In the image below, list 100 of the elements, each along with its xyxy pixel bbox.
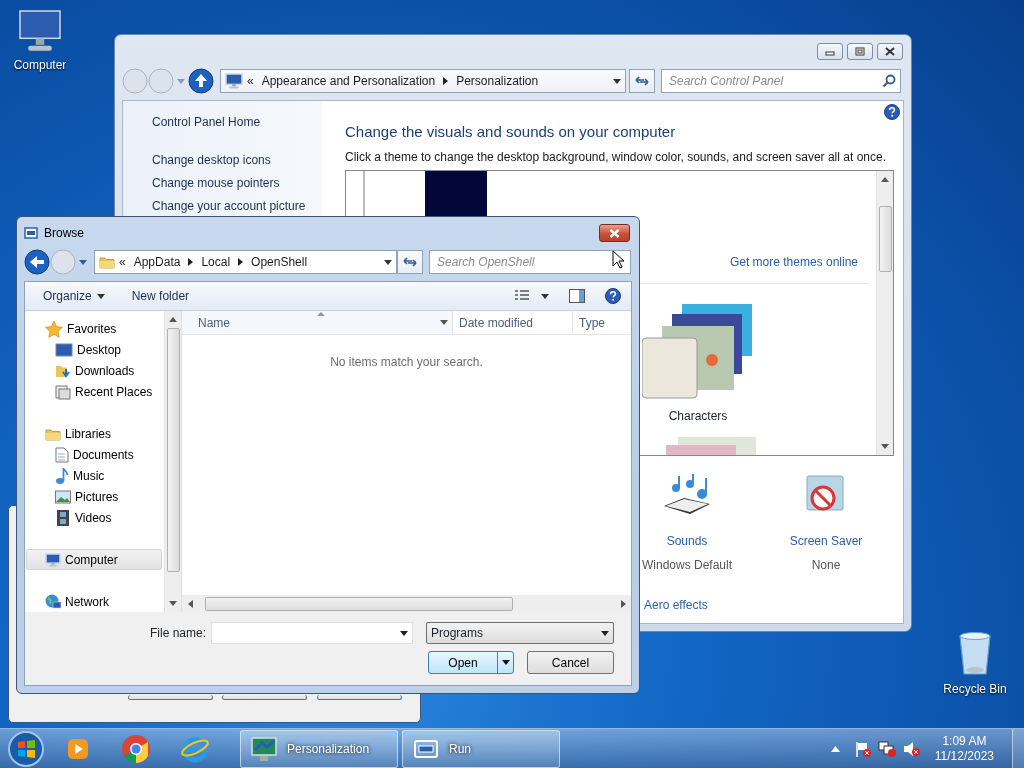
dialog-button[interactable] [222, 695, 307, 700]
show-hidden-icons-icon[interactable] [830, 745, 840, 752]
sidebar-link[interactable]: Change mouse pointers [152, 176, 322, 191]
close-button[interactable] [877, 43, 903, 60]
nav-pane-item[interactable]: Videos [26, 507, 162, 529]
minimize-button[interactable] [817, 43, 843, 60]
nav-item-label: Documents [73, 447, 134, 464]
globe-icon [45, 593, 61, 610]
back-button[interactable] [24, 249, 50, 275]
nav-item-label: Network [65, 593, 109, 611]
computer-icon [19, 10, 61, 52]
empty-message: No items match your search. [329, 354, 484, 371]
refresh-button[interactable] [397, 250, 423, 274]
sidebar-link[interactable]: Control Panel Home [152, 115, 322, 130]
column-header[interactable]: Type [572, 311, 630, 334]
nav-pane-item[interactable]: Libraries [26, 423, 162, 445]
dialog-button[interactable] [128, 695, 213, 700]
file-type-dropdown[interactable]: Programs [426, 622, 614, 644]
breadcrumb[interactable]: Local [201, 253, 231, 271]
media-player-icon[interactable] [66, 736, 90, 761]
horizontal-scrollbar[interactable] [182, 595, 631, 612]
nav-item-label: Favorites [67, 321, 117, 339]
address-bar[interactable]: « Appearance and Personalization Personalization [220, 69, 626, 93]
address-bar[interactable]: « AppData Local OpenShell [94, 250, 397, 274]
breadcrumb[interactable]: Personalization [456, 72, 539, 90]
refresh-button[interactable] [629, 69, 655, 93]
view-options-button[interactable] [515, 290, 549, 302]
refresh-icon [634, 74, 650, 88]
nav-pane-item[interactable]: Pictures [26, 486, 162, 508]
sidebar-link[interactable]: Change your account picture [152, 199, 322, 214]
scroll-thumb[interactable] [166, 328, 180, 572]
nav-pane-item[interactable]: Network [26, 591, 162, 612]
sidebar-link[interactable]: Change desktop icons [152, 153, 322, 168]
aero-effects-link[interactable]: Aero effects [644, 596, 708, 614]
vertical-scrollbar[interactable] [876, 171, 893, 455]
desktop-icon-label[interactable]: Computer [13, 56, 67, 74]
close-button[interactable] [599, 224, 630, 242]
search-placeholder: Search OpenShell [437, 254, 535, 271]
music-note-icon [55, 467, 69, 484]
setting-link[interactable]: Screen Saver [789, 532, 863, 550]
get-more-themes-link[interactable]: Get more themes online [729, 253, 858, 271]
toolbar-button[interactable]: New folder [131, 287, 190, 305]
nav-pane-item[interactable]: Recent Places [26, 381, 162, 403]
breadcrumb[interactable]: Appearance and Personalization [261, 72, 436, 90]
chrome-icon[interactable] [121, 733, 151, 764]
theme-name[interactable]: Characters [668, 407, 728, 425]
nav-item-label: Pictures [75, 488, 119, 506]
column-header[interactable]: Date modified [452, 311, 572, 334]
recycle-bin-icon [956, 630, 994, 676]
search-field[interactable]: Search Control Panel [661, 69, 901, 93]
open-button[interactable]: Open [428, 651, 514, 674]
vertical-scrollbar[interactable] [164, 311, 181, 612]
caret-down-icon [613, 78, 621, 84]
setting-link[interactable]: Sounds [666, 532, 708, 550]
search-icon [882, 74, 896, 88]
help-icon[interactable] [884, 104, 900, 120]
nav-item-label: Desktop [77, 342, 122, 360]
network-alert-icon[interactable] [877, 740, 896, 757]
scroll-down-arrow-icon [169, 601, 177, 606]
dialog-button[interactable] [317, 695, 402, 700]
list-view-icon [515, 290, 529, 302]
nav-pane-item[interactable]: Downloads [26, 360, 162, 382]
preview-pane-icon[interactable] [569, 289, 585, 303]
window-icon [413, 738, 439, 759]
nav-pane-item[interactable]: Desktop [26, 339, 162, 361]
clock[interactable]: 1:09 AM 11/12/2023 [934, 733, 994, 764]
search-placeholder: Search Control Panel [669, 73, 785, 90]
show-desktop-button[interactable] [1012, 728, 1024, 768]
close-icon [885, 47, 895, 56]
flag-alert-icon[interactable] [854, 740, 871, 757]
address-chevron[interactable]: « [247, 72, 254, 90]
nav-item-label: Libraries [65, 426, 112, 444]
column-header[interactable]: Name [182, 311, 452, 334]
toolbar-button[interactable]: Organize [43, 287, 105, 305]
breadcrumb[interactable]: OpenShell [251, 253, 308, 271]
nav-pane-item[interactable]: Documents [26, 444, 162, 466]
scroll-up-arrow-icon [881, 177, 889, 182]
cancel-button[interactable]: Cancel [527, 651, 614, 674]
desktop-icon [55, 343, 73, 358]
monitor-icon [251, 735, 277, 762]
recent-places-icon [55, 384, 71, 401]
nav-item-label: Computer [65, 551, 118, 569]
help-icon[interactable] [605, 288, 621, 304]
start-button-icon[interactable] [6, 729, 46, 768]
file-name-field[interactable] [211, 622, 413, 644]
file-name-label: File name: [149, 625, 206, 642]
theme-thumbnail[interactable] [363, 171, 487, 217]
breadcrumb[interactable]: AppData [133, 253, 181, 271]
search-field[interactable]: Search OpenShell [429, 250, 631, 274]
nav-pane-item[interactable]: Favorites [26, 319, 162, 340]
address-chevron[interactable]: « [119, 253, 126, 271]
theme-thumbnail-drawing[interactable] [642, 304, 754, 400]
speaker-muted-icon[interactable] [902, 740, 921, 757]
nav-pane-item[interactable]: Computer [26, 549, 162, 571]
up-button[interactable] [188, 68, 214, 94]
nav-pane-item[interactable]: Music [26, 465, 162, 487]
scroll-thumb[interactable] [205, 596, 513, 611]
scroll-thumb[interactable] [878, 206, 892, 272]
close-icon [609, 228, 620, 238]
desktop-icon-label[interactable]: Recycle Bin [943, 680, 1007, 698]
